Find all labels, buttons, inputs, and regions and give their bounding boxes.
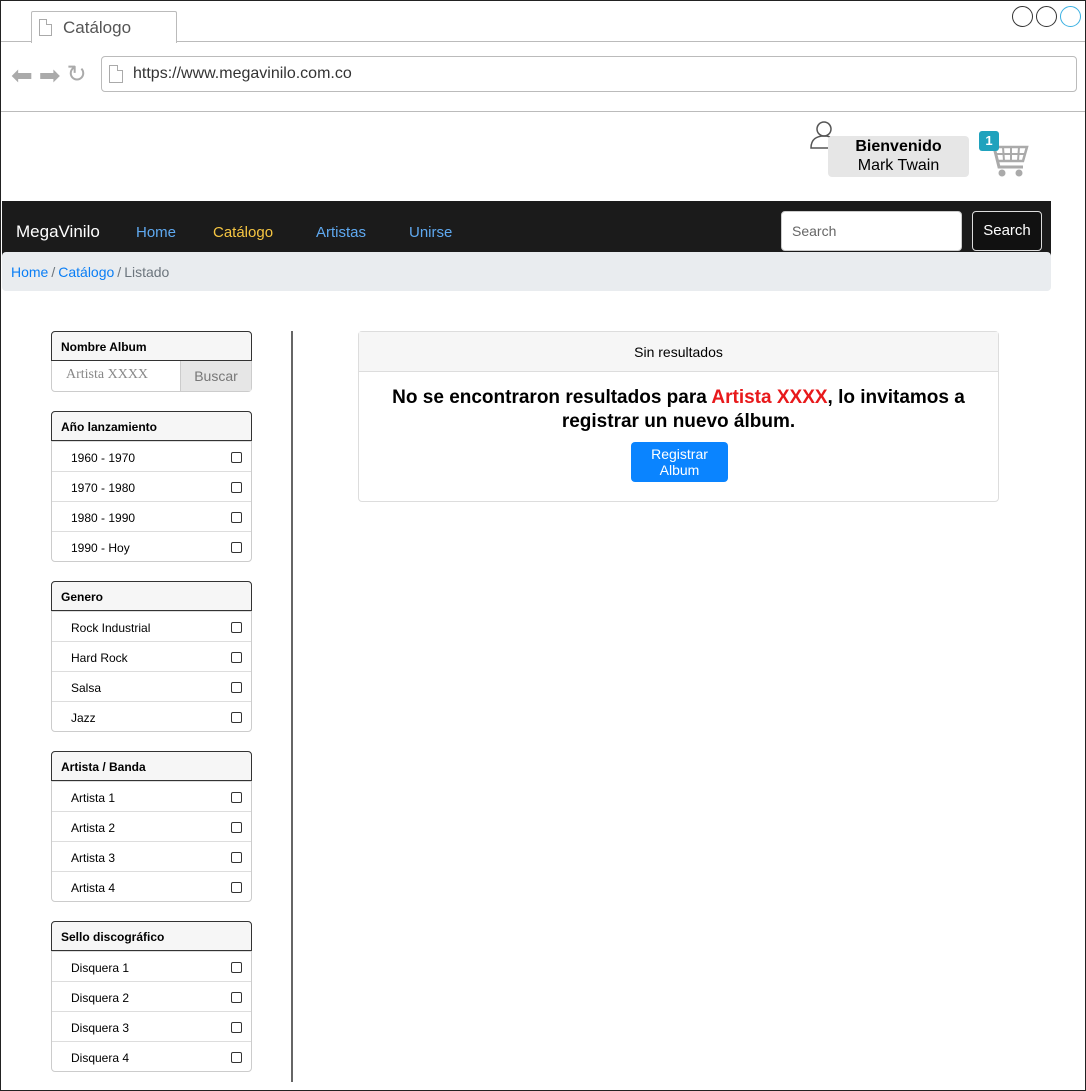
message-text: No se encontraron resultados para — [392, 387, 712, 408]
url-field[interactable]: https://www.megavinilo.com.co — [101, 56, 1077, 92]
filter-option-label: Disquera 3 — [71, 1021, 130, 1035]
checkbox[interactable] — [231, 882, 242, 893]
checkbox[interactable] — [231, 482, 242, 493]
card-header: Sin resultados — [359, 332, 998, 372]
filter-option-label: Artista 2 — [71, 821, 116, 835]
filter-option[interactable]: Artista 4 — [52, 871, 251, 901]
browser-nav-buttons: ⬅ ➡ ↻ — [11, 62, 87, 88]
filter-option-label: Hard Rock — [71, 651, 128, 665]
page-icon — [109, 65, 123, 83]
filter-option[interactable]: Artista 3 — [52, 841, 251, 871]
filter-option[interactable]: Disquera 3 — [52, 1011, 251, 1041]
filter-option[interactable]: Hard Rock — [52, 641, 251, 671]
checkbox[interactable] — [231, 452, 242, 463]
checkbox[interactable] — [231, 682, 242, 693]
search-input[interactable]: Search — [781, 211, 962, 251]
nav-link-unirse[interactable]: Unirse — [409, 224, 452, 241]
browser-window: Catálogo ⬅ ➡ ↻ https://www.megavinilo.co… — [0, 0, 1086, 1091]
filter-option[interactable]: Disquera 4 — [52, 1041, 251, 1071]
filter-option-label: Disquera 1 — [71, 961, 130, 975]
filter-option[interactable]: 1990 - Hoy — [52, 531, 251, 561]
filter-option-label: 1980 - 1990 — [71, 511, 136, 525]
filter-option[interactable]: Disquera 2 — [52, 981, 251, 1011]
filter-option-label: 1970 - 1980 — [71, 481, 136, 495]
filter-option-label: 1960 - 1970 — [71, 451, 136, 465]
filter-option-label: Rock Industrial — [71, 621, 151, 635]
url-text: https://www.megavinilo.com.co — [133, 65, 352, 82]
page-icon — [39, 19, 52, 36]
nav-link-catalogo[interactable]: Catálogo — [213, 224, 273, 241]
brand-logo[interactable]: MegaVinilo — [16, 222, 100, 242]
filter-album-name: Nombre Album Artista XXXX Buscar — [51, 331, 252, 392]
filter-option[interactable]: Rock Industrial — [52, 611, 251, 641]
no-results-card: Sin resultados No se encontraron resulta… — [358, 331, 999, 502]
filter-title: Año lanzamiento — [51, 411, 252, 441]
checkbox[interactable] — [231, 852, 242, 863]
filter-option[interactable]: Jazz — [52, 701, 251, 731]
breadcrumb-current: Listado — [124, 264, 170, 280]
filter-option-label: 1990 - Hoy — [71, 541, 130, 555]
tab-bar: Catálogo — [1, 1, 1085, 43]
checkbox[interactable] — [231, 822, 242, 833]
address-bar: ⬅ ➡ ↻ https://www.megavinilo.com.co — [1, 42, 1085, 112]
sidebar-divider — [291, 331, 293, 1082]
reload-icon[interactable]: ↻ — [67, 63, 87, 87]
filter-option[interactable]: 1960 - 1970 — [52, 441, 251, 471]
breadcrumb: Home / Catálogo / Listado — [2, 252, 1051, 291]
checkbox[interactable] — [231, 792, 242, 803]
window-close-button[interactable] — [1060, 6, 1081, 27]
checkbox[interactable] — [231, 512, 242, 523]
forward-arrow-icon[interactable]: ➡ — [39, 62, 61, 88]
filter-option[interactable]: 1970 - 1980 — [52, 471, 251, 501]
checkbox[interactable] — [231, 1022, 242, 1033]
checkbox[interactable] — [231, 652, 242, 663]
filter-option-label: Artista 1 — [71, 791, 116, 805]
filter-title: Nombre Album — [51, 331, 252, 361]
filter-title: Sello discográfico — [51, 921, 252, 951]
window-minimize-button[interactable] — [1012, 6, 1033, 27]
no-results-message: No se encontraron resultados para Artist… — [359, 386, 998, 434]
breadcrumb-catalogo[interactable]: Catálogo — [58, 264, 114, 280]
checkbox[interactable] — [231, 712, 242, 723]
filter-year: Año lanzamiento 1960 - 1970 1970 - 1980 … — [51, 411, 252, 562]
nav-link-artistas[interactable]: Artistas — [316, 224, 366, 241]
filter-option[interactable]: 1980 - 1990 — [52, 501, 251, 531]
cart-count-badge: 1 — [979, 131, 999, 151]
filter-title: Artista / Banda — [51, 751, 252, 781]
browser-tab[interactable]: Catálogo — [31, 11, 177, 43]
filter-option-label: Artista 3 — [71, 851, 116, 865]
filter-record-label: Sello discográfico Disquera 1 Disquera 2… — [51, 921, 252, 1072]
filter-title: Genero — [51, 581, 252, 611]
search-term-highlight: Artista XXXX — [711, 387, 828, 408]
filter-option-label: Jazz — [71, 711, 96, 725]
back-arrow-icon[interactable]: ⬅ — [11, 62, 33, 88]
checkbox[interactable] — [231, 622, 242, 633]
filter-option-label: Disquera 4 — [71, 1051, 130, 1065]
filter-option-label: Disquera 2 — [71, 991, 130, 1005]
filter-option[interactable]: Artista 1 — [52, 781, 251, 811]
welcome-label: Bienvenido — [855, 138, 942, 155]
nav-link-home[interactable]: Home — [136, 224, 176, 241]
filter-genre: Genero Rock Industrial Hard Rock Salsa J… — [51, 581, 252, 732]
register-album-button[interactable]: Registrar Album — [631, 442, 728, 482]
checkbox[interactable] — [231, 992, 242, 1003]
buscar-button[interactable]: Buscar — [180, 361, 251, 391]
search-button[interactable]: Search — [972, 211, 1042, 251]
breadcrumb-home[interactable]: Home — [11, 264, 48, 280]
filter-option[interactable]: Artista 2 — [52, 811, 251, 841]
checkbox[interactable] — [231, 962, 242, 973]
filter-option-label: Salsa — [71, 681, 102, 695]
user-name: Mark Twain — [857, 157, 940, 174]
filter-option[interactable]: Disquera 1 — [52, 951, 251, 981]
filter-artist: Artista / Banda Artista 1 Artista 2 Arti… — [51, 751, 252, 902]
checkbox[interactable] — [231, 1052, 242, 1063]
filter-option[interactable]: Salsa — [52, 671, 251, 701]
filter-option-label: Artista 4 — [71, 881, 116, 895]
tab-title: Catálogo — [63, 18, 132, 37]
window-maximize-button[interactable] — [1036, 6, 1057, 27]
album-name-input[interactable]: Artista XXXX — [52, 361, 180, 391]
window-controls — [1012, 6, 1081, 27]
checkbox[interactable] — [231, 542, 242, 553]
welcome-box: Bienvenido Mark Twain — [828, 136, 969, 177]
